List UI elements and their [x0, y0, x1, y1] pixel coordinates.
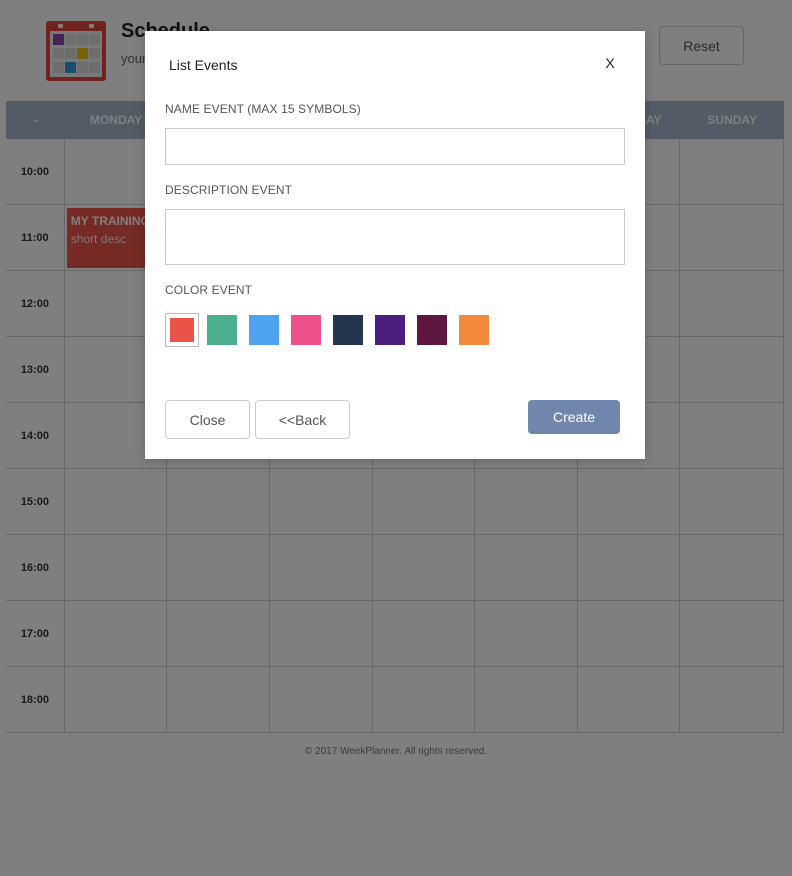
description-event-input[interactable]: [165, 209, 625, 265]
color-swatch[interactable]: [459, 315, 489, 345]
close-button[interactable]: Close: [165, 400, 250, 439]
color-swatch-list: [165, 313, 505, 347]
description-event-label: DESCRIPTION EVENT: [165, 183, 293, 197]
color-swatch[interactable]: [333, 315, 363, 345]
create-button[interactable]: Create: [528, 400, 620, 434]
name-event-input[interactable]: [165, 128, 625, 165]
color-swatch[interactable]: [165, 313, 199, 347]
back-button[interactable]: <<Back: [255, 400, 350, 439]
close-icon[interactable]: X: [600, 53, 620, 73]
color-swatch[interactable]: [291, 315, 321, 345]
modal-title: List Events: [169, 57, 238, 73]
create-event-modal: List Events X NAME EVENT (MAX 15 SYMBOLS…: [145, 31, 645, 459]
name-event-label: NAME EVENT (MAX 15 SYMBOLS): [165, 102, 361, 116]
color-swatch[interactable]: [417, 315, 447, 345]
color-event-label: COLOR EVENT: [165, 283, 253, 297]
color-swatch[interactable]: [207, 315, 237, 345]
color-swatch-fill: [170, 318, 194, 342]
color-swatch[interactable]: [375, 315, 405, 345]
color-swatch[interactable]: [249, 315, 279, 345]
